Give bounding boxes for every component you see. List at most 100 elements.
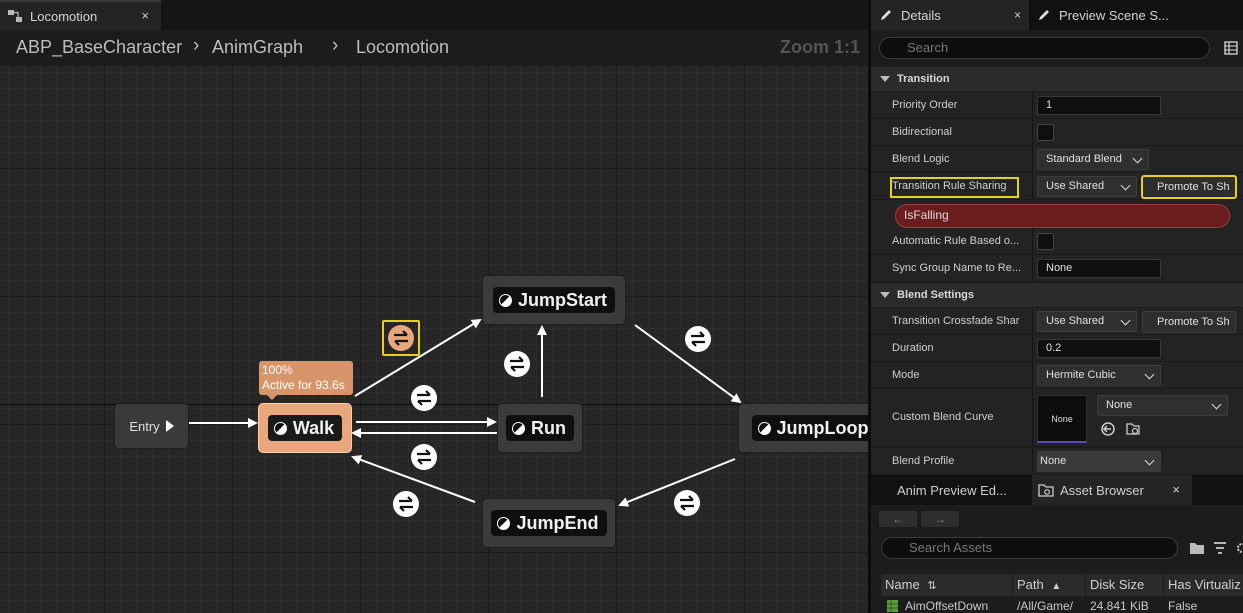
blend-profile-dropdown[interactable]: None xyxy=(1037,451,1161,472)
prop-label: Custom Blend Curve xyxy=(892,411,994,423)
automatic-rule-checkbox[interactable] xyxy=(1037,233,1054,250)
priority-order-field[interactable]: 1 xyxy=(1037,96,1161,115)
table-row[interactable]: AimOffsetDown /All/Game/ 24.841 KiB Fals… xyxy=(881,597,1243,613)
shared-rule-name-field[interactable]: IsFalling xyxy=(895,204,1230,228)
asset-search-input[interactable]: Search Assets xyxy=(881,537,1178,559)
dropdown-value: None xyxy=(1040,455,1067,467)
details-tab-bar: Details × Preview Scene S... xyxy=(871,0,1243,30)
chevron-down-icon xyxy=(1144,455,1155,466)
chevron-right-icon: › xyxy=(193,35,200,56)
graph-tab-bar: Locomotion × xyxy=(0,0,868,30)
close-icon[interactable]: × xyxy=(141,8,149,23)
tab-asset-browser[interactable]: Asset Browser × xyxy=(1032,475,1192,505)
back-button[interactable]: ← xyxy=(879,511,917,527)
reset-arrow-icon[interactable] xyxy=(1100,421,1116,437)
duration-field[interactable]: 0.2 xyxy=(1037,339,1161,358)
column-name[interactable]: Name ⇅ xyxy=(881,574,1013,596)
folder-icon[interactable] xyxy=(1189,541,1205,555)
close-icon[interactable]: × xyxy=(1014,8,1021,22)
state-icon xyxy=(512,421,525,435)
zoom-level: Zoom 1:1 xyxy=(779,37,860,57)
tab-label: Asset Browser xyxy=(1060,482,1144,498)
tab-preview-scene[interactable]: Preview Scene S... xyxy=(1029,0,1209,30)
transition-rule-icon[interactable] xyxy=(411,385,437,411)
sync-group-field[interactable]: None xyxy=(1037,259,1161,278)
rule-sharing-highlight xyxy=(890,177,1019,198)
pencil-icon xyxy=(1039,10,1049,20)
blend-curve-dropdown[interactable]: None xyxy=(1097,395,1228,416)
walk-state-tooltip: 100% Active for 93.6s xyxy=(259,361,353,400)
row-bidirectional: Bidirectional xyxy=(871,119,1243,146)
column-label: Name xyxy=(885,577,920,592)
transition-rule-icon[interactable] xyxy=(388,325,414,351)
entry-node[interactable]: Entry xyxy=(115,404,188,448)
asset-tab-bar: Anim Preview Ed... Asset Browser × xyxy=(871,475,1243,505)
column-has-virtualized[interactable]: Has Virtualiz xyxy=(1164,574,1243,596)
state-node-run[interactable]: Run xyxy=(498,404,582,452)
state-node-jump-start[interactable]: JumpStart xyxy=(483,276,625,324)
state-node-jump-end[interactable]: JumpEnd xyxy=(483,499,615,547)
asset-browser-panel: Anim Preview Ed... Asset Browser × ← → S… xyxy=(868,475,1243,613)
sort-ascending-icon: ▲ xyxy=(1051,581,1062,592)
column-path[interactable]: Path ▲ xyxy=(1013,574,1086,596)
cell-virtualized: False xyxy=(1168,599,1198,613)
asset-thumbnail-icon xyxy=(887,600,898,612)
rule-sharing-dropdown[interactable]: Use Shared xyxy=(1037,176,1137,197)
filter-icon[interactable] xyxy=(1213,541,1227,555)
breadcrumb-item-abp[interactable]: ABP_BaseCharacter xyxy=(16,37,182,58)
browse-asset-icon[interactable] xyxy=(1125,421,1141,437)
graph-canvas[interactable] xyxy=(0,66,868,613)
row-duration: Duration 0.2 xyxy=(871,335,1243,362)
caret-down-icon xyxy=(880,76,890,82)
prop-label: Blend Logic xyxy=(892,153,950,165)
prop-label: Mode xyxy=(892,369,920,381)
blend-weight: 100% xyxy=(262,363,293,377)
tab-locomotion[interactable]: Locomotion × xyxy=(0,0,161,30)
row-mode: Mode Hermite Cubic xyxy=(871,362,1243,389)
column-disk-size[interactable]: Disk Size xyxy=(1086,574,1164,596)
details-search-input[interactable]: Search xyxy=(879,37,1210,59)
mode-dropdown[interactable]: Hermite Cubic xyxy=(1037,365,1161,386)
close-icon[interactable]: × xyxy=(1172,482,1180,497)
column-label: Path xyxy=(1017,577,1044,592)
breadcrumb: ABP_BaseCharacter › AnimGraph › Locomoti… xyxy=(0,30,868,66)
state-node-jump-loop[interactable]: JumpLoop xyxy=(739,404,868,452)
state-node-walk[interactable]: Walk xyxy=(259,404,351,452)
cell-disk-size: 24.841 KiB xyxy=(1090,599,1149,613)
section-blend-settings[interactable]: Blend Settings xyxy=(871,283,1243,307)
state-icon xyxy=(498,293,512,307)
state-label: JumpStart xyxy=(517,289,607,310)
asset-table-header: Name ⇅ Path ▲ Disk Size Has Virtualiz xyxy=(881,574,1243,596)
entry-label: Entry xyxy=(129,418,160,434)
promote-to-shared-button[interactable]: Promote To Sh xyxy=(1142,311,1236,333)
section-title: Blend Settings xyxy=(897,289,975,301)
state-machine-icon xyxy=(8,10,22,22)
state-label: JumpLoop xyxy=(776,417,869,438)
transition-rule-icon[interactable] xyxy=(393,491,419,517)
curve-thumbnail[interactable]: None xyxy=(1037,395,1087,443)
blend-logic-dropdown[interactable]: Standard Blend xyxy=(1037,149,1149,170)
sort-icon: ⇅ xyxy=(927,580,937,592)
row-automatic-rule: Automatic Rule Based o... xyxy=(871,228,1243,255)
row-blend-profile: Blend Profile None xyxy=(871,448,1243,475)
transition-rule-icon[interactable] xyxy=(674,490,700,516)
tab-anim-preview-editor[interactable]: Anim Preview Ed... xyxy=(871,475,1031,505)
tab-details[interactable]: Details × xyxy=(871,0,1029,30)
section-transition[interactable]: Transition xyxy=(871,67,1243,91)
forward-button[interactable]: → xyxy=(921,511,959,527)
breadcrumb-item-animgraph[interactable]: AnimGraph xyxy=(212,37,303,58)
exec-pin-icon[interactable] xyxy=(165,420,174,432)
transition-rule-icon[interactable] xyxy=(411,444,437,470)
dropdown-value: Hermite Cubic xyxy=(1046,369,1116,381)
table-view-icon[interactable] xyxy=(1224,41,1238,55)
bidirectional-checkbox[interactable] xyxy=(1037,124,1054,141)
promote-to-shared-button[interactable]: Promote To Sh xyxy=(1141,175,1237,199)
crossfade-sharing-dropdown[interactable]: Use Shared xyxy=(1037,311,1137,332)
transition-rule-icon[interactable] xyxy=(504,351,530,377)
gear-icon[interactable] xyxy=(1235,541,1243,555)
row-blend-logic: Blend Logic Standard Blend xyxy=(871,146,1243,173)
chevron-right-icon: › xyxy=(332,35,339,56)
breadcrumb-item-locomotion[interactable]: Locomotion xyxy=(356,37,449,58)
row-sync-group: Sync Group Name to Re... None xyxy=(871,255,1243,282)
transition-rule-icon[interactable] xyxy=(685,326,711,352)
